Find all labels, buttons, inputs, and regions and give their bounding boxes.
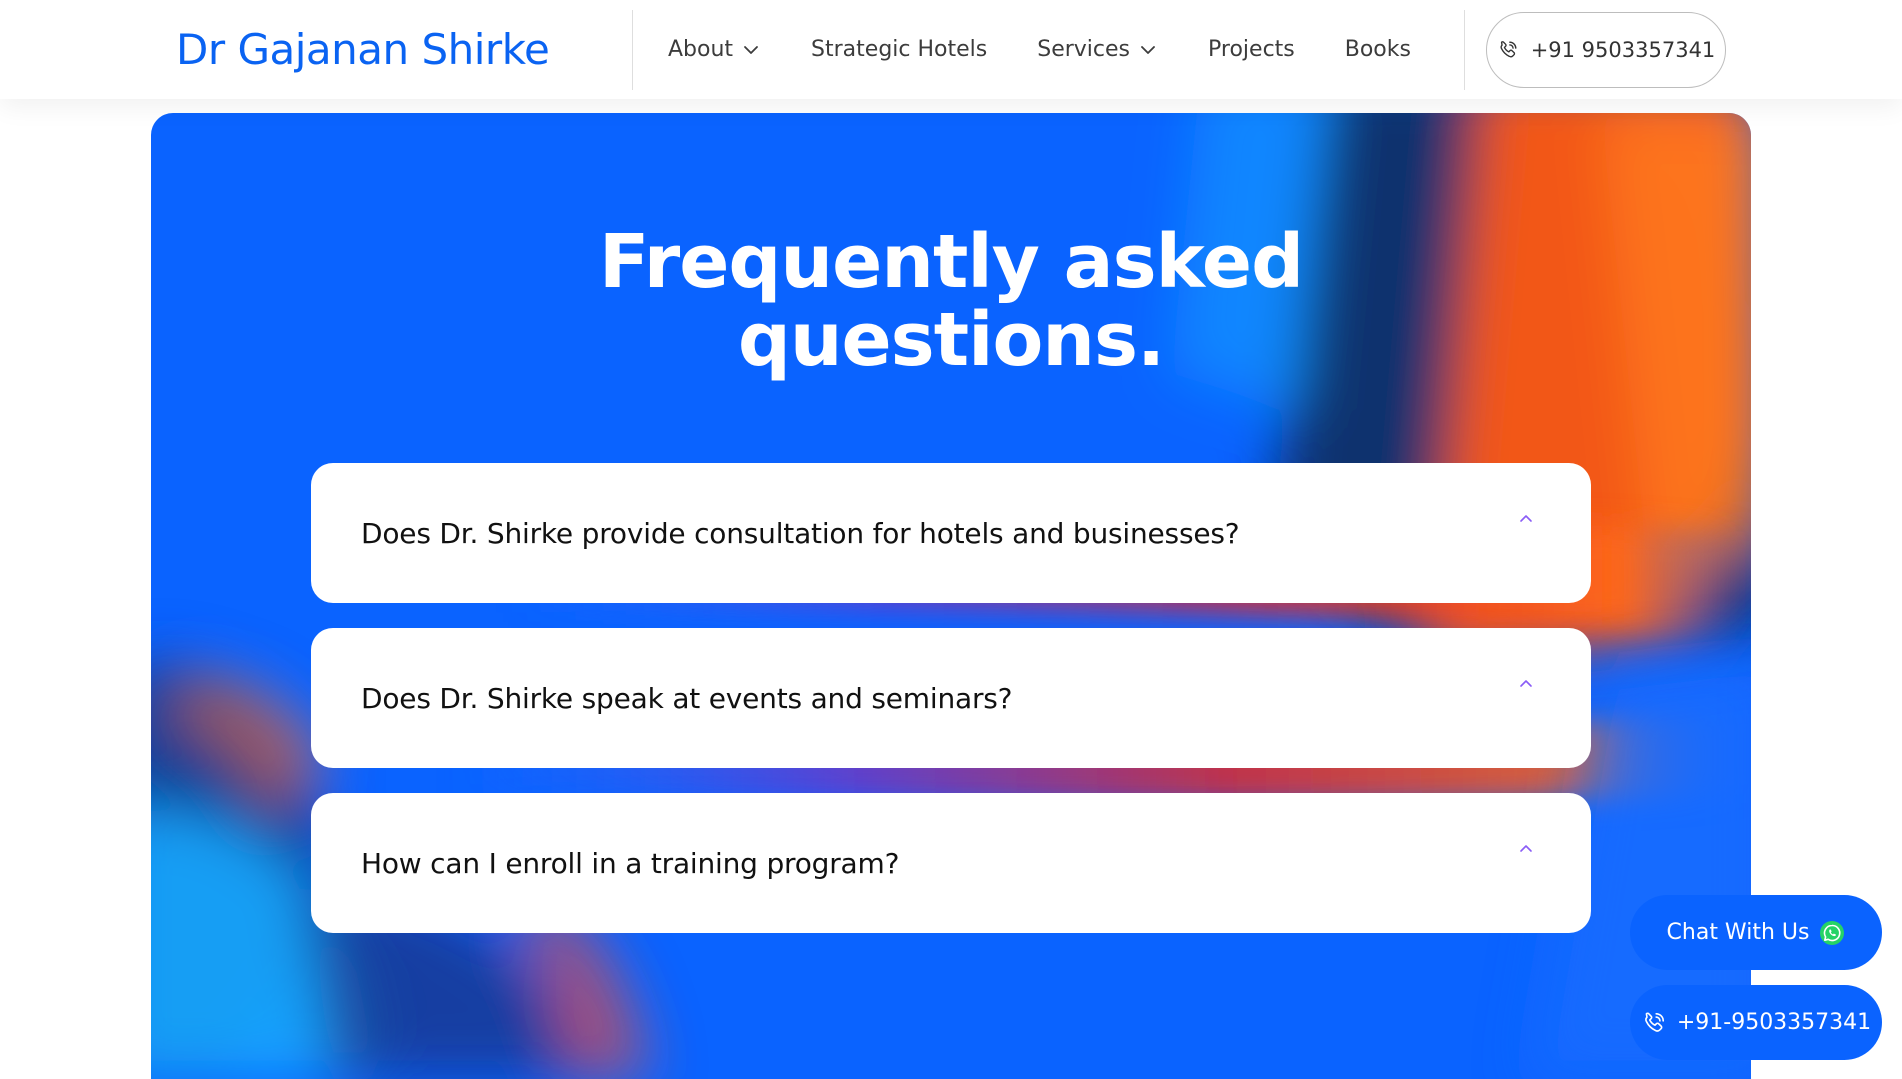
nav-item-label: Projects [1208, 37, 1295, 62]
nav-item-label: About [668, 37, 734, 62]
call-now-button[interactable]: +91-9503357341 [1630, 985, 1882, 1060]
site-header: Dr Gajanan Shirke About Strategic Hotels… [0, 0, 1902, 99]
faq-heading: Frequently asked questions. [151, 223, 1751, 379]
faq-section: Frequently asked questions. Does Dr. Shi… [151, 113, 1751, 1079]
faq-heading-line1: Frequently asked [598, 219, 1304, 305]
faq-question: How can I enroll in a training program? [361, 846, 900, 880]
faq-item[interactable]: Does Dr. Shirke speak at events and semi… [311, 628, 1591, 768]
call-now-number: +91-9503357341 [1676, 1010, 1872, 1035]
chat-with-us-button[interactable]: Chat With Us [1630, 895, 1882, 970]
chat-with-us-label: Chat With Us [1666, 920, 1810, 945]
main-nav: About Strategic Hotels Services Projects… [668, 0, 1461, 99]
nav-item-projects[interactable]: Projects [1208, 37, 1295, 62]
nav-item-services[interactable]: Services [1037, 37, 1158, 62]
nav-item-books[interactable]: Books [1345, 37, 1411, 62]
header-divider-right [1464, 10, 1465, 90]
nav-item-strategic-hotels[interactable]: Strategic Hotels [811, 37, 987, 62]
chevron-down-icon [744, 45, 758, 54]
faq-item[interactable]: Does Dr. Shirke provide consultation for… [311, 463, 1591, 603]
nav-item-about[interactable]: About [668, 37, 761, 62]
chevron-down-icon [1141, 45, 1155, 54]
header-divider-left [632, 10, 633, 90]
site-logo[interactable]: Dr Gajanan Shirke [176, 22, 550, 78]
faq-list: Does Dr. Shirke provide consultation for… [311, 463, 1591, 958]
chevron-up-icon[interactable] [1517, 678, 1535, 690]
faq-item[interactable]: How can I enroll in a training program? [311, 793, 1591, 933]
header-phone-button[interactable]: +91 9503357341 [1486, 12, 1726, 88]
faq-question: Does Dr. Shirke provide consultation for… [361, 516, 1240, 550]
phone-icon [1500, 41, 1517, 58]
nav-item-label: Books [1344, 37, 1411, 62]
nav-item-label: Services [1037, 37, 1131, 62]
chevron-up-icon[interactable] [1517, 843, 1535, 855]
nav-item-label: Strategic Hotels [811, 37, 988, 62]
chevron-up-icon[interactable] [1517, 513, 1535, 525]
phone-icon [1644, 1011, 1664, 1032]
header-phone-number: +91 9503357341 [1530, 38, 1716, 62]
faq-heading-line2: questions. [737, 297, 1165, 383]
whatsapp-icon [1820, 920, 1845, 945]
faq-question: Does Dr. Shirke speak at events and semi… [361, 681, 1013, 715]
